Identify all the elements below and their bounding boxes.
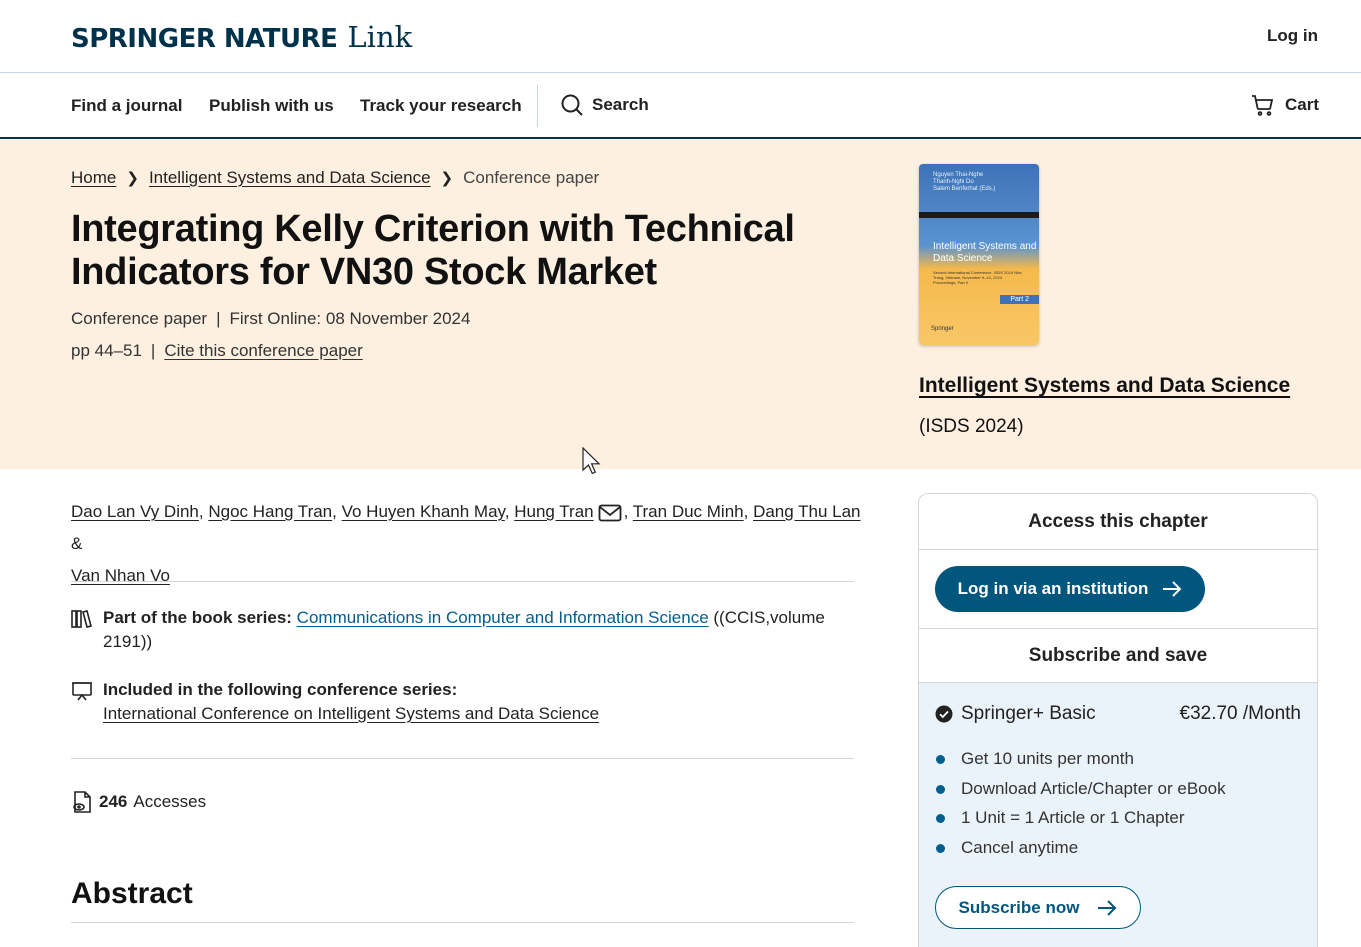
meta-separator: |	[150, 341, 156, 360]
breadcrumb-current: Conference paper	[463, 168, 600, 187]
conference-series-text: Included in the following conference ser…	[103, 678, 843, 726]
mail-icon[interactable]	[598, 504, 622, 522]
book-series-row: Part of the book series: Communications …	[71, 606, 843, 654]
plan-name: Springer+ Basic	[961, 703, 1096, 724]
book-acronym: (ISDS 2024)	[919, 416, 1024, 437]
cover-subtitle: Second International Conference, ISDS 20…	[933, 270, 1022, 285]
accesses-icon	[73, 791, 91, 813]
accesses-label: Accesses	[133, 792, 207, 811]
chevron-right-icon: ❯	[440, 170, 454, 187]
main-nav: Find a journal Publish with us Track you…	[0, 74, 1361, 139]
page-range: pp 44–51	[71, 341, 142, 360]
author-link[interactable]: Dang Thu Lan	[753, 502, 860, 521]
cover-authors: Nguyen Thai-Nghe Thanh-Nghi Do Salem Ben…	[933, 172, 996, 192]
author-link[interactable]: Van Nhan Vo	[71, 566, 170, 585]
plan-feature-item: Download Article/Chapter or eBook	[935, 777, 1226, 807]
cover-band	[919, 212, 1039, 218]
author-link[interactable]: Hung Tran	[514, 502, 593, 521]
accesses-count: 246	[99, 792, 128, 811]
chevron-right-icon: ❯	[126, 170, 139, 187]
nav-find-journal[interactable]: Find a journal	[71, 96, 182, 116]
book-cover-image[interactable]: Nguyen Thai-Nghe Thanh-Nghi Do Salem Ben…	[919, 164, 1039, 345]
search-label: Search	[592, 95, 649, 114]
check-circle-icon	[935, 705, 953, 723]
cite-link[interactable]: Cite this conference paper	[164, 341, 362, 361]
abstract-heading: Abstract	[71, 877, 193, 910]
first-online: First Online: 08 November 2024	[229, 309, 471, 328]
subscribe-now-button[interactable]: Subscribe now	[935, 886, 1141, 929]
mouse-cursor-icon	[582, 447, 601, 475]
author-link[interactable]: Tran Duc Minh	[633, 502, 744, 521]
book-series-text: Part of the book series: Communications …	[103, 606, 843, 654]
article-pages-row: pp 44–51 | Cite this conference paper	[71, 341, 363, 361]
divider	[71, 758, 854, 759]
nav-track-research[interactable]: Track your research	[360, 96, 522, 116]
cover-publisher: Springer	[931, 326, 954, 332]
nav-divider	[537, 85, 538, 127]
page-title: Integrating Kelly Criterion with Technic…	[71, 208, 795, 293]
plan-feature-item: 1 Unit = 1 Article or 1 Chapter	[935, 806, 1226, 836]
conference-series-link[interactable]: International Conference on Intelligent …	[103, 704, 599, 723]
cart-icon	[1251, 95, 1274, 116]
article-meta: Conference paper | First Online: 08 Nove…	[71, 309, 470, 329]
subscribe-now-label: Subscribe now	[958, 897, 1080, 917]
arrow-right-icon	[1098, 899, 1117, 916]
author-link[interactable]: Ngoc Hang Tran	[208, 502, 332, 521]
subscribe-heading: Subscribe and save	[919, 629, 1317, 683]
book-series-link[interactable]: Communications in Computer and Informati…	[297, 608, 709, 627]
cart-button[interactable]: Cart	[1251, 93, 1319, 117]
subscription-plan: Springer+ Basic €32.70 /Month Get 10 uni…	[919, 683, 1317, 947]
plan-features: Get 10 units per month Download Article/…	[935, 747, 1226, 865]
book-series-icon	[71, 610, 92, 628]
plan-price: €32.70 /Month	[1179, 703, 1301, 724]
login-institution-button[interactable]: Log in via an institution	[935, 566, 1205, 612]
author-link[interactable]: Dao Lan Vy Dinh	[71, 502, 199, 521]
book-series-label: Part of the book series:	[103, 608, 292, 627]
divider	[71, 581, 854, 582]
springer-nature-link-logo[interactable]: SPRINGER NATURE Link	[71, 20, 412, 54]
login-institution-label: Log in via an institution	[957, 579, 1149, 598]
accesses-metric: 246 Accesses	[71, 790, 206, 814]
arrow-right-icon	[1163, 581, 1182, 597]
breadcrumb-home[interactable]: Home	[71, 168, 116, 188]
presentation-icon	[72, 682, 92, 701]
book-title-link[interactable]: Intelligent Systems and Data Science	[919, 374, 1290, 398]
conference-series-label: Included in the following conference ser…	[103, 680, 458, 699]
logo-brand: SPRINGER NATURE	[71, 24, 338, 54]
author-link[interactable]: Vo Huyen Khanh May	[342, 502, 505, 521]
search-icon	[561, 94, 583, 116]
nav-publish-with-us[interactable]: Publish with us	[209, 96, 334, 116]
plan-row: Springer+ Basic €32.70 /Month	[935, 703, 1301, 725]
top-header: SPRINGER NATURE Link Log in	[0, 0, 1361, 73]
breadcrumb-book[interactable]: Intelligent Systems and Data Science	[149, 168, 431, 188]
author-list: Dao Lan Vy Dinh, Ngoc Hang Tran, Vo Huye…	[71, 502, 861, 585]
logo-product: Link	[347, 20, 413, 54]
cover-part: Part 2	[1000, 295, 1039, 304]
divider	[71, 922, 854, 923]
article-hero: Home ❯ Intelligent Systems and Data Scie…	[0, 140, 1361, 469]
plan-feature-item: Cancel anytime	[935, 836, 1226, 866]
cart-label: Cart	[1284, 95, 1319, 114]
access-heading: Access this chapter	[919, 494, 1317, 550]
login-link[interactable]: Log in	[1267, 26, 1318, 46]
breadcrumb: Home ❯ Intelligent Systems and Data Scie…	[71, 168, 599, 188]
conference-series-row: Included in the following conference ser…	[71, 678, 843, 726]
article-type: Conference paper	[71, 309, 208, 328]
plan-feature-item: Get 10 units per month	[935, 747, 1226, 777]
meta-separator: |	[216, 309, 221, 328]
access-panel: Access this chapter Log in via an instit…	[918, 493, 1318, 947]
search-button[interactable]: Search	[560, 93, 649, 117]
institution-login-section: Log in via an institution	[919, 550, 1317, 629]
cover-title: Intelligent Systems and Data Science	[933, 241, 1037, 264]
